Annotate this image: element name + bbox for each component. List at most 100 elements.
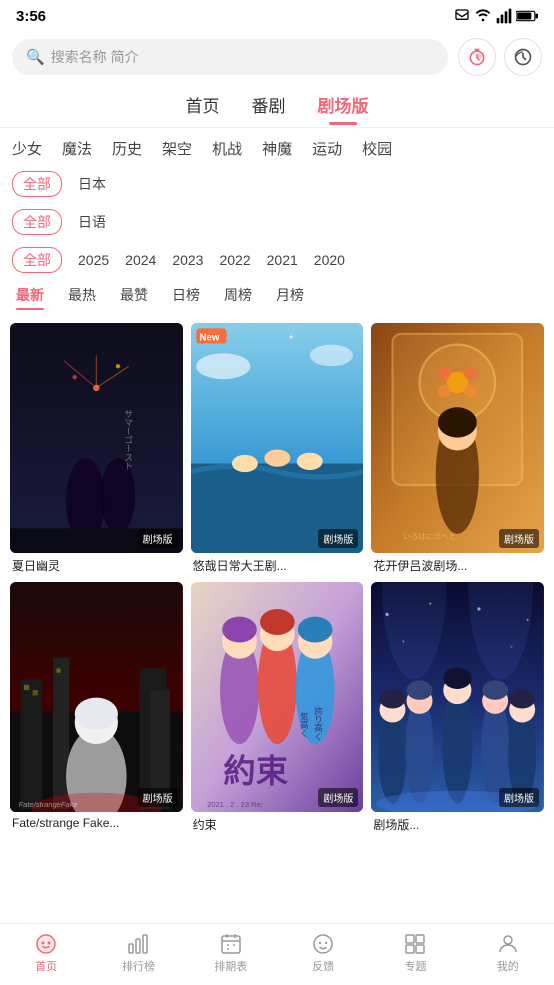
status-bar: 3:56 — [0, 0, 554, 32]
history-icon — [513, 47, 533, 67]
bottom-nav-ranking-label: 排行榜 — [122, 958, 155, 974]
anime-title-3: 花开伊吕波剧场... — [371, 557, 544, 574]
svg-text:2021 . 2 . 23 Re:: 2021 . 2 . 23 Re: — [207, 800, 263, 809]
category-history[interactable]: 历史 — [112, 138, 142, 159]
search-placeholder: 搜索名称 简介 — [51, 47, 139, 67]
mine-nav-icon — [496, 932, 520, 956]
language-japanese-option[interactable]: 日语 — [78, 212, 106, 232]
feedback-nav-icon — [311, 932, 335, 956]
bottom-nav-schedule[interactable]: 排期表 — [185, 932, 277, 974]
sort-hottest[interactable]: 最热 — [68, 285, 96, 309]
tab-home[interactable]: 首页 — [186, 92, 220, 123]
language-filter-row: 全部 日语 — [0, 203, 554, 241]
bottom-nav-topics-label: 专题 — [404, 958, 426, 974]
anime-thumb-6: 剧场版 — [371, 582, 544, 812]
bottom-nav-home[interactable]: 首页 — [0, 932, 92, 974]
bottom-nav-feedback[interactable]: 反馈 — [277, 932, 369, 974]
year-2024-option[interactable]: 2024 — [125, 252, 156, 268]
notification-icon — [454, 8, 470, 24]
bottom-nav-schedule-label: 排期表 — [214, 958, 247, 974]
category-sports[interactable]: 运动 — [312, 138, 342, 159]
bottom-nav-mine-label: 我的 — [497, 958, 519, 974]
bottom-nav: 首页 排行榜 排期表 反馈 — [0, 923, 554, 985]
anime-card-2[interactable]: ★ ★ New 剧场版 悠哉日常大王剧... — [191, 323, 364, 574]
search-actions — [458, 38, 542, 76]
category-fantasy[interactable]: 架空 — [162, 138, 192, 159]
bottom-nav-feedback-label: 反馈 — [312, 958, 334, 974]
tab-series[interactable]: 番剧 — [252, 92, 286, 123]
sort-newest[interactable]: 最新 — [16, 285, 44, 309]
status-time: 3:56 — [16, 8, 46, 25]
tab-theater[interactable]: 剧场版 — [318, 92, 369, 123]
main-nav: 首页 番剧 剧场版 — [0, 84, 554, 128]
anime-badge-2: 剧场版 — [318, 529, 358, 548]
anime-badge-3: 剧场版 — [499, 529, 539, 548]
category-scroll: 少女 魔法 历史 架空 机战 神魔 运动 校园 — [0, 128, 554, 165]
svg-text:サマーゴースト: サマーゴースト — [124, 409, 134, 470]
home-nav-icon — [34, 932, 58, 956]
bottom-nav-mine[interactable]: 我的 — [462, 932, 554, 974]
svg-text:約束: 約束 — [223, 753, 288, 789]
year-2025-option[interactable]: 2025 — [78, 252, 109, 268]
region-all-tag[interactable]: 全部 — [12, 171, 62, 197]
year-all-tag[interactable]: 全部 — [12, 247, 62, 273]
status-icons — [454, 8, 538, 24]
language-all-tag[interactable]: 全部 — [12, 209, 62, 235]
anime-title-6: 剧场版... — [371, 816, 544, 833]
schedule-nav-icon — [219, 932, 243, 956]
history-button[interactable] — [504, 38, 542, 76]
search-icon: 🔍 — [26, 48, 45, 66]
timer-icon — [467, 47, 487, 67]
svg-text:いろはにほへと: いろはにほへと — [404, 532, 456, 541]
svg-text:誇り高く: 誇り高く — [313, 705, 323, 741]
anime-badge-4: 剧场版 — [138, 788, 178, 807]
anime-card-3[interactable]: いろはにほへと 剧场版 花开伊吕波剧场... — [371, 323, 544, 574]
anime-title-5: 约束 — [191, 816, 364, 833]
battery-icon — [516, 9, 538, 23]
year-2020-option[interactable]: 2020 — [314, 252, 345, 268]
sort-monthly[interactable]: 月榜 — [276, 285, 304, 309]
category-mecha[interactable]: 机战 — [212, 138, 242, 159]
category-school[interactable]: 校园 — [362, 138, 392, 159]
timer-button[interactable] — [458, 38, 496, 76]
topics-nav-icon — [403, 932, 427, 956]
sort-weekly[interactable]: 周榜 — [224, 285, 252, 309]
anime-badge-5: 剧场版 — [318, 788, 358, 807]
anime-badge-1: 剧场版 — [138, 529, 178, 548]
year-2021-option[interactable]: 2021 — [267, 252, 298, 268]
svg-text:Fate/strangeFake: Fate/strangeFake — [19, 800, 78, 809]
anime-badge-6: 剧场版 — [499, 788, 539, 807]
category-shoujo[interactable]: 少女 — [12, 138, 42, 159]
anime-thumb-5: 気高く 誇り高く 約束 2021 . 2 . 23 Re: 剧场版 — [191, 582, 364, 812]
anime-card-1[interactable]: サマーゴースト 剧场版 夏日幽灵 — [10, 323, 183, 574]
anime-thumb-1: サマーゴースト 剧场版 — [10, 323, 183, 553]
sort-best[interactable]: 最赞 — [120, 285, 148, 309]
anime-thumb-3: いろはにほへと 剧场版 — [371, 323, 544, 553]
anime-title-1: 夏日幽灵 — [10, 557, 183, 574]
category-magic[interactable]: 魔法 — [62, 138, 92, 159]
anime-thumb-4: Fate/strangeFake 剧场版 — [10, 582, 183, 812]
bottom-nav-topics[interactable]: 专题 — [369, 932, 461, 974]
anime-grid: サマーゴースト 剧场版 夏日幽灵 — [0, 315, 554, 841]
anime-card-5[interactable]: 気高く 誇り高く 約束 2021 . 2 . 23 Re: 剧场版 约束 — [191, 582, 364, 833]
bottom-nav-home-label: 首页 — [35, 958, 57, 974]
search-input-wrap[interactable]: 🔍 搜索名称 简介 — [12, 39, 448, 75]
wifi-icon — [474, 8, 492, 24]
sort-row: 最新 最热 最赞 日榜 周榜 月榜 — [0, 279, 554, 315]
anime-card-6[interactable]: 剧场版 剧场版... — [371, 582, 544, 833]
ranking-nav-icon — [126, 932, 150, 956]
svg-text:New: New — [199, 332, 219, 343]
year-filter-row: 全部 2025 2024 2023 2022 2021 2020 — [0, 241, 554, 279]
search-bar: 🔍 搜索名称 简介 — [12, 38, 542, 76]
anime-title-2: 悠哉日常大王剧... — [191, 557, 364, 574]
year-2022-option[interactable]: 2022 — [219, 252, 250, 268]
anime-title-4: Fate/strange Fake... — [10, 816, 183, 830]
bottom-nav-ranking[interactable]: 排行榜 — [92, 932, 184, 974]
year-2023-option[interactable]: 2023 — [172, 252, 203, 268]
region-filter-row: 全部 日本 — [0, 165, 554, 203]
sort-daily[interactable]: 日榜 — [172, 285, 200, 309]
category-shenmo[interactable]: 神魔 — [262, 138, 292, 159]
anime-card-4[interactable]: Fate/strangeFake 剧场版 Fate/strange Fake..… — [10, 582, 183, 833]
region-japan-option[interactable]: 日本 — [78, 174, 106, 194]
signal-icon — [496, 8, 512, 24]
